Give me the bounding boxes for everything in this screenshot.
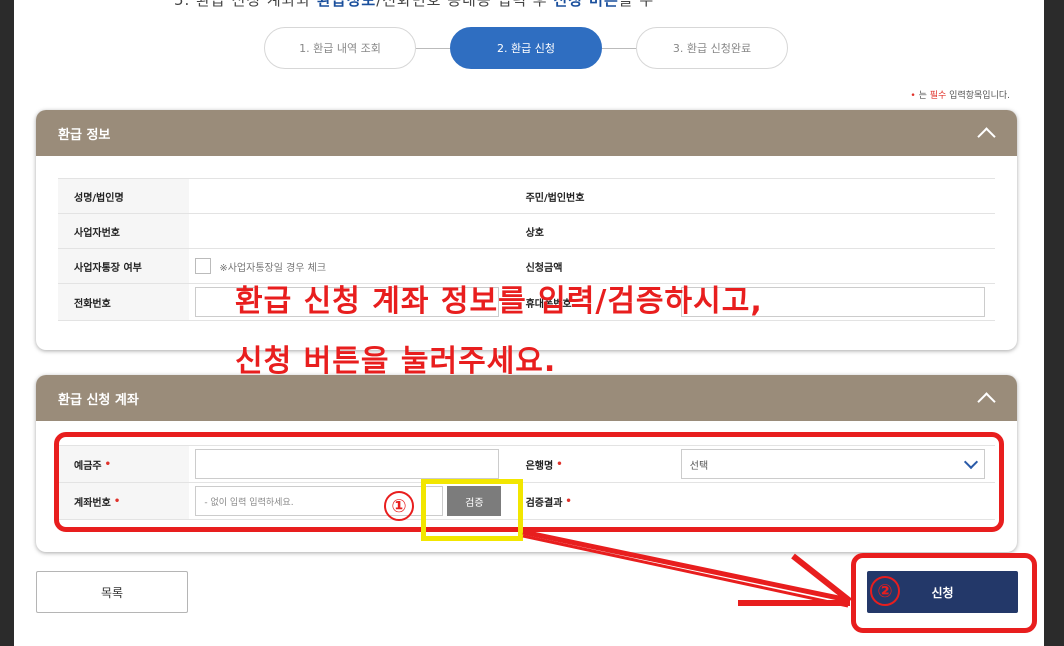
business-number-label: 사업자번호 xyxy=(58,214,190,248)
company-name-label: 상호 xyxy=(509,214,675,248)
phone-label: 전화번호 xyxy=(58,284,190,320)
annotation-verify-highlight xyxy=(421,479,523,541)
required-field-note: • 는 필수 입력항목입니다. xyxy=(910,88,1010,101)
refund-account-header[interactable]: 환급 신청 계좌 xyxy=(36,375,1017,421)
required-note-pre: 는 xyxy=(918,91,930,101)
required-note-post: 입력항목입니다. xyxy=(946,91,1010,101)
step-connector xyxy=(416,48,450,49)
annotation-line-2: 신청 버튼을 눌러주세요. xyxy=(235,344,557,379)
annotation-account-box xyxy=(54,432,1004,532)
instruction-text-b: /전화번호 등내용 입력 후 xyxy=(376,0,554,9)
collapse-chevron-icon[interactable] xyxy=(977,124,995,142)
instruction-text-c: 을 누 xyxy=(618,0,655,9)
business-account-note: ※사업자통장일 경우 체크 xyxy=(219,262,327,274)
refund-info-title: 환급 정보 xyxy=(58,127,111,143)
annotation-number-1: ① xyxy=(384,491,414,521)
company-name-value xyxy=(675,214,995,248)
step-3-complete: 3. 환급 신청완료 xyxy=(636,27,788,69)
instruction-text-a: 5. 환급 신청 계좌와 xyxy=(174,0,317,9)
business-account-checkbox[interactable] xyxy=(195,258,212,274)
name-label: 성명/법인명 xyxy=(58,179,190,213)
instruction-highlight-b: 신청 버튼 xyxy=(553,0,619,9)
annotation-line-1: 환급 신청 계좌 정보를 입력/검증하시고, xyxy=(235,284,763,319)
list-button[interactable]: 목록 xyxy=(36,571,188,613)
progress-stepper: 1. 환급 내역 조회 2. 환급 신청 3. 환급 신청완료 xyxy=(14,27,1044,71)
collapse-chevron-icon[interactable] xyxy=(977,389,995,407)
required-dot: • xyxy=(910,91,916,101)
step-2-apply-active: 2. 환급 신청 xyxy=(450,27,602,69)
annotation-number-2: ② xyxy=(870,576,900,606)
resident-number-label: 주민/법인번호 xyxy=(509,179,675,213)
refund-account-title: 환급 신청 계좌 xyxy=(58,392,139,408)
refund-info-header[interactable]: 환급 정보 xyxy=(36,110,1017,156)
name-value xyxy=(189,179,509,213)
instruction-highlight-a: 환급정보 xyxy=(317,0,377,9)
resident-number-value xyxy=(675,179,995,213)
info-row: 사업자번호 상호 xyxy=(58,214,995,249)
info-row: 성명/법인명 주민/법인번호 xyxy=(58,179,995,214)
page-canvas: 5. 환급 신청 계좌와 환급정보/전화번호 등내용 입력 후 신청 버튼을 누… xyxy=(14,0,1044,646)
required-note-red: 필수 xyxy=(929,91,947,101)
step-connector xyxy=(602,48,636,49)
instruction-cut-text: 5. 환급 신청 계좌와 환급정보/전화번호 등내용 입력 후 신청 버튼을 누 xyxy=(174,0,654,10)
business-account-label: 사업자통장 여부 xyxy=(58,249,190,283)
step-1-lookup: 1. 환급 내역 조회 xyxy=(264,27,416,69)
business-number-value xyxy=(189,214,509,248)
